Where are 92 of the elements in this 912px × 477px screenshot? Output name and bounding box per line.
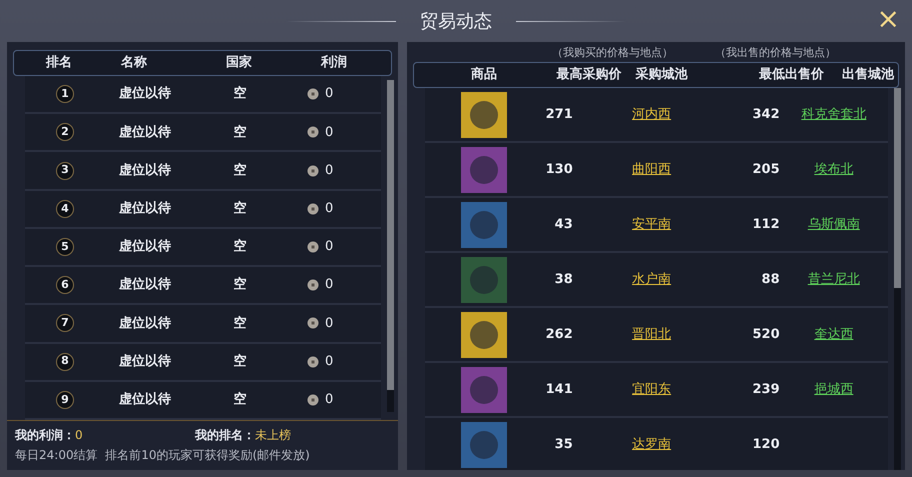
country-cell-text: 空 xyxy=(232,390,248,410)
player-name: 虚位以待 xyxy=(118,200,172,218)
my-rank-value: 未上榜 xyxy=(255,427,291,444)
column-header: 最低出售价 xyxy=(758,66,824,84)
rank-badge: 4 xyxy=(56,200,74,218)
sell-city-link[interactable]: 科克舍套北 xyxy=(801,104,866,124)
player-name: 虚位以待 xyxy=(118,352,172,371)
buy-price: 35 xyxy=(554,436,573,454)
country-cell-text: 空 xyxy=(232,276,248,294)
coin-icon xyxy=(307,88,319,100)
sell-price: 239 xyxy=(751,380,780,399)
country-cell-text: 空 xyxy=(232,124,248,142)
sell-city-link[interactable]: 乌斯佩南 xyxy=(808,214,860,234)
sell-city-link[interactable]: 奎达西 xyxy=(814,324,854,344)
column-header: 国家 xyxy=(225,54,253,72)
buy-price: 130 xyxy=(544,160,573,179)
rank-badge: 6 xyxy=(56,276,74,294)
coin-icon xyxy=(307,240,319,253)
profit-cell-text: 0 xyxy=(325,314,334,333)
profit-cell-text: 0 xyxy=(325,352,334,371)
rank-badge: 5 xyxy=(56,238,74,256)
window-title: 贸易动态 xyxy=(420,10,492,34)
profit-cell-text: 0 xyxy=(325,162,334,180)
my-profit-label: 我的利润： xyxy=(15,427,75,444)
player-name: 虚位以待 xyxy=(118,124,172,142)
profit-cell-text: 0 xyxy=(325,238,334,256)
buy-city-link[interactable]: 晋阳北 xyxy=(632,324,672,344)
player-name: 虚位以待 xyxy=(118,391,172,410)
player-name: 虚位以待 xyxy=(118,314,172,333)
buy-caption: （我购买的价格与地点） xyxy=(552,45,673,61)
scrollbar[interactable] xyxy=(894,88,901,470)
country-cell-text: 空 xyxy=(232,162,248,180)
my-profit-value: 0 xyxy=(75,427,83,444)
country-cell-text: 空 xyxy=(232,200,248,218)
rank-badge: 7 xyxy=(56,314,74,332)
player-name: 虚位以待 xyxy=(118,276,172,294)
sell-price: 112 xyxy=(751,216,780,234)
rank-badge: 2 xyxy=(56,123,74,142)
sell-price: 342 xyxy=(751,106,780,124)
buy-city-link[interactable]: 宜阳东 xyxy=(632,380,672,400)
sell-price: 88 xyxy=(760,270,780,289)
column-header: 名称 xyxy=(120,54,148,72)
column-header: 采购城池 xyxy=(634,66,688,84)
profit-cell-text: 0 xyxy=(325,85,334,104)
scrollbar[interactable] xyxy=(387,80,394,412)
country-cell-text: 空 xyxy=(232,314,248,333)
rank-badge: 3 xyxy=(56,162,74,180)
buy-city-link[interactable]: 曲阳西 xyxy=(632,160,672,180)
coin-icon xyxy=(307,126,319,138)
player-name: 虚位以待 xyxy=(118,162,172,180)
buy-price: 38 xyxy=(554,270,573,289)
column-header: 排名 xyxy=(44,54,73,72)
buy-city-link[interactable]: 安平南 xyxy=(632,214,672,234)
coin-icon xyxy=(307,356,319,368)
sell-price: 520 xyxy=(751,326,780,344)
buy-city-link[interactable]: 达罗南 xyxy=(632,434,672,454)
buy-price: 141 xyxy=(544,380,573,399)
profit-cell-text: 0 xyxy=(325,276,334,294)
country-cell-text: 空 xyxy=(232,352,248,371)
buy-city-link[interactable]: 水户南 xyxy=(632,270,672,290)
player-name: 虚位以待 xyxy=(118,238,172,256)
column-header: 出售城池 xyxy=(841,66,894,84)
coin-icon xyxy=(307,279,319,292)
settlement-note: 每日24:00结算 排名前10的玩家可获得奖励(邮件发放) xyxy=(15,447,311,464)
profit-cell-text: 0 xyxy=(325,391,334,410)
coin-icon xyxy=(307,202,319,215)
sell-city-link[interactable]: 挹城西 xyxy=(814,380,854,400)
profit-cell-text: 0 xyxy=(325,200,334,218)
rank-badge: 1 xyxy=(56,85,74,104)
column-header: 商品 xyxy=(470,66,498,84)
coin-icon xyxy=(307,164,319,177)
sell-price: 205 xyxy=(751,160,780,179)
sell-caption: （我出售的价格与地点） xyxy=(715,45,836,61)
close-button[interactable]: × xyxy=(876,5,900,33)
buy-price: 262 xyxy=(544,326,573,344)
column-header: 最高采购价 xyxy=(556,66,622,84)
buy-price: 43 xyxy=(554,216,573,234)
sell-city-link[interactable]: 埃布北 xyxy=(814,160,854,180)
country-cell-text: 空 xyxy=(232,238,248,256)
rank-badge: 9 xyxy=(56,390,74,409)
rank-badge: 8 xyxy=(56,352,74,371)
country-cell-text: 空 xyxy=(232,84,248,104)
sell-city-link[interactable]: 昔兰尼北 xyxy=(808,270,860,290)
coin-icon xyxy=(307,394,319,406)
buy-price: 271 xyxy=(544,106,573,124)
profit-cell-text: 0 xyxy=(325,124,334,142)
player-name: 虚位以待 xyxy=(118,85,172,104)
column-header: 利润 xyxy=(320,54,348,72)
coin-icon xyxy=(307,317,319,330)
my-rank-label: 我的排名： xyxy=(195,427,255,444)
buy-city-link[interactable]: 河内西 xyxy=(632,104,672,124)
sell-price: 120 xyxy=(751,436,780,454)
